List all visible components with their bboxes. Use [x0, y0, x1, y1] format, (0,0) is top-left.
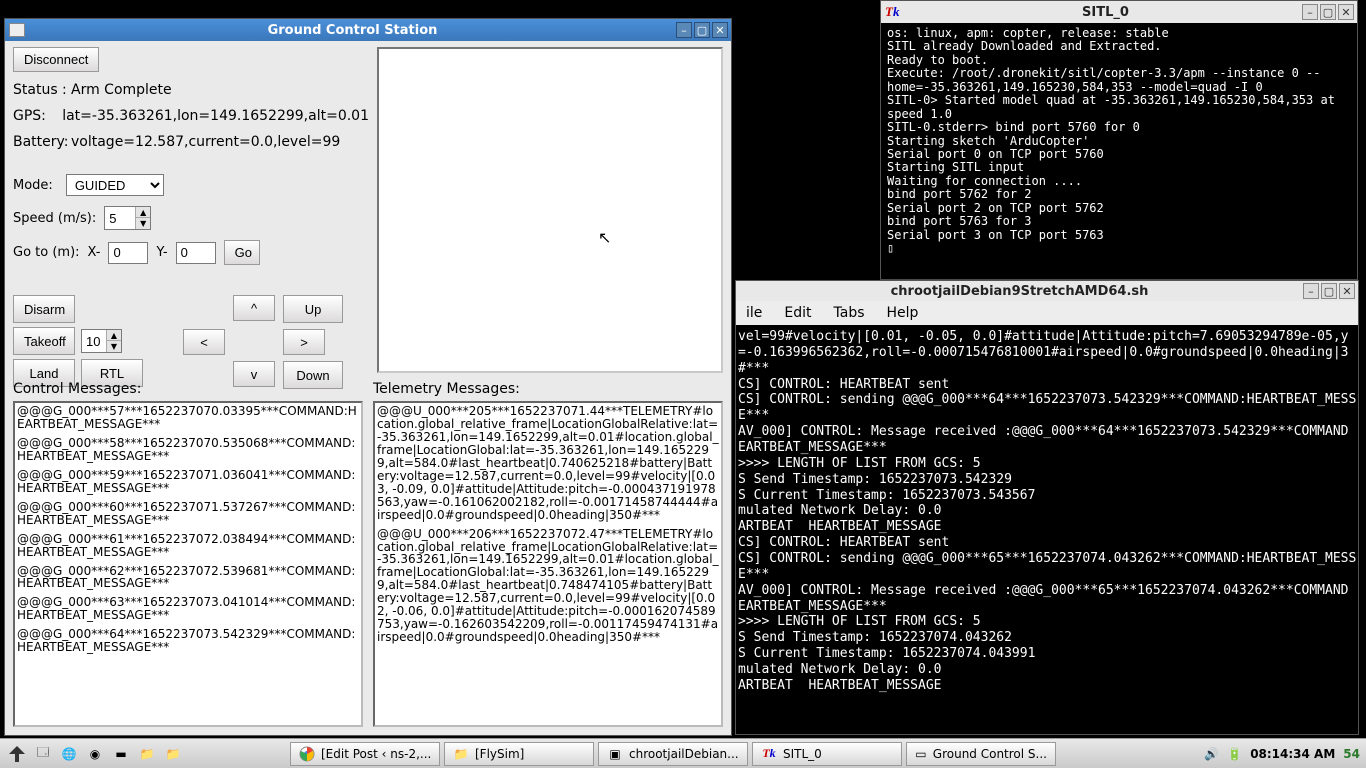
taskbar-item-label: Ground Control S...	[933, 747, 1047, 761]
control-message-item[interactable]: @@@G_000***57***1652237070.03395***COMMA…	[17, 405, 359, 431]
goto-x-label: X-	[88, 245, 101, 260]
gps-value: lat=-35.363261,lon=149.1652299,alt=0.01	[62, 108, 369, 124]
telemetry-messages-header: Telemetry Messages:	[373, 381, 723, 397]
globe-icon[interactable]: ◉	[84, 743, 106, 765]
goto-y-label: Y-	[156, 245, 167, 260]
yaw-left-button[interactable]: <	[183, 329, 225, 355]
taskbar-item[interactable]: [Edit Post ‹ ns-2,...	[290, 742, 440, 766]
telemetry-message-item[interactable]: @@@U_000***206***1652237072.47***TELEMET…	[377, 528, 719, 645]
control-message-item[interactable]: @@@G_000***59***1652237071.036041***COMM…	[17, 469, 359, 495]
takeoff-alt-spinner[interactable]: ▲▼	[81, 329, 122, 353]
sitl-titlebar[interactable]: Tk SITL_0 – ▢ ✕	[881, 1, 1357, 23]
battery-icon[interactable]: 🔋	[1227, 747, 1242, 761]
status-value: Arm Complete	[71, 82, 172, 98]
goto-x-input[interactable]	[108, 242, 148, 264]
chroot-title: chrootjailDebian9StretchAMD64.sh	[736, 284, 1303, 299]
taskbar-item[interactable]: 📁 [FlySim]	[444, 742, 594, 766]
disarm-button[interactable]: Disarm	[13, 295, 75, 323]
maximize-icon[interactable]: ▢	[1320, 4, 1336, 20]
speed-input[interactable]	[105, 209, 135, 228]
spin-down-icon[interactable]: ▼	[136, 218, 150, 229]
minimize-icon[interactable]: –	[676, 22, 692, 38]
takeoff-button[interactable]: Takeoff	[13, 327, 75, 355]
gps-label: GPS:	[13, 108, 62, 124]
control-message-item[interactable]: @@@G_000***60***1652237071.537267***COMM…	[17, 501, 359, 527]
clock[interactable]: 08:14:34 AM	[1250, 747, 1335, 761]
mode-label: Mode:	[13, 178, 53, 193]
taskbar-item-label: SITL_0	[783, 747, 822, 761]
disconnect-button[interactable]: Disconnect	[13, 47, 99, 72]
tk-icon: Tk	[885, 4, 903, 20]
nav-cluster: ^ Up < > v Down	[183, 295, 327, 389]
control-message-item[interactable]: @@@G_000***64***1652237073.542329***COMM…	[17, 628, 359, 654]
tk-icon: Tk	[761, 746, 777, 762]
goto-label: Go to (m):	[13, 245, 80, 260]
volume-icon[interactable]: 🔊	[1204, 747, 1219, 761]
folder-icon[interactable]: 📁	[136, 743, 158, 765]
gcs-window: Ground Control Station – ▢ ✕ Disconnect …	[4, 18, 732, 736]
file-manager-icon[interactable]: 🗔	[32, 743, 54, 765]
speed-label: Speed (m/s):	[13, 211, 96, 226]
up-button[interactable]: Up	[283, 295, 343, 323]
control-messages-header: Control Messages:	[13, 381, 363, 397]
gcs-app-icon	[9, 23, 25, 37]
taskbar-item[interactable]: ▭ Ground Control S...	[906, 742, 1056, 766]
control-message-item[interactable]: @@@G_000***63***1652237073.041014***COMM…	[17, 596, 359, 622]
chroot-titlebar[interactable]: chrootjailDebian9StretchAMD64.sh – ▢ ✕	[736, 281, 1358, 301]
folder2-icon[interactable]: 📁	[162, 743, 184, 765]
taskbar-item[interactable]: ▣ chrootjailDebian...	[598, 742, 748, 766]
taskbar: 🗔 🌐 ◉ ▬ 📁 📁 [Edit Post ‹ ns-2,... 📁 [FlySi…	[0, 738, 1366, 768]
status-label: Status :	[13, 82, 71, 98]
mode-select[interactable]: GUIDED	[66, 174, 164, 196]
minimize-icon[interactable]: –	[1302, 4, 1318, 20]
folder-icon: 📁	[453, 746, 469, 762]
control-message-item[interactable]: @@@G_000***58***1652237070.535068***COMM…	[17, 437, 359, 463]
terminal-icon: ▣	[607, 746, 623, 762]
gcs-titlebar[interactable]: Ground Control Station – ▢ ✕	[5, 19, 731, 41]
terminal-icon[interactable]: ▬	[110, 743, 132, 765]
takeoff-alt-input[interactable]	[82, 332, 106, 351]
pitch-up-button[interactable]: ^	[233, 295, 275, 321]
yaw-right-button[interactable]: >	[283, 329, 325, 355]
control-messages-list[interactable]: @@@G_000***57***1652237070.03395***COMMA…	[13, 401, 363, 727]
sitl-terminal[interactable]: os: linux, apm: copter, release: stable …	[881, 23, 1357, 279]
chroot-menubar: ile Edit Tabs Help	[736, 301, 1358, 325]
speed-spinner[interactable]: ▲▼	[104, 206, 151, 230]
sitl-title: SITL_0	[909, 5, 1302, 20]
battery-percent: 54	[1343, 747, 1360, 761]
goto-y-input[interactable]	[176, 242, 216, 264]
close-icon[interactable]: ✕	[1338, 4, 1354, 20]
chroot-window: chrootjailDebian9StretchAMD64.sh – ▢ ✕ i…	[735, 280, 1359, 735]
taskbar-item-label: chrootjailDebian...	[629, 747, 739, 761]
chrome-icon	[299, 746, 315, 762]
map-canvas[interactable]	[377, 47, 723, 373]
start-menu-icon[interactable]	[6, 743, 28, 765]
app-icon: ▭	[915, 746, 927, 762]
battery-label: Battery:	[13, 134, 71, 150]
menu-edit[interactable]: Edit	[784, 305, 811, 321]
taskbar-item-label: [FlySim]	[475, 747, 524, 761]
browser-icon[interactable]: 🌐	[58, 743, 80, 765]
maximize-icon[interactable]: ▢	[694, 22, 710, 38]
close-icon[interactable]: ✕	[1339, 283, 1355, 299]
maximize-icon[interactable]: ▢	[1321, 283, 1337, 299]
menu-file[interactable]: ile	[746, 305, 762, 321]
minimize-icon[interactable]: –	[1303, 283, 1319, 299]
close-icon[interactable]: ✕	[712, 22, 728, 38]
control-message-item[interactable]: @@@G_000***61***1652237072.038494***COMM…	[17, 533, 359, 559]
sitl-window: Tk SITL_0 – ▢ ✕ os: linux, apm: copter, …	[880, 0, 1358, 280]
taskbar-item-label: [Edit Post ‹ ns-2,...	[321, 747, 431, 761]
telemetry-message-item[interactable]: @@@U_000***205***1652237071.44***TELEMET…	[377, 405, 719, 522]
telemetry-messages-list[interactable]: @@@U_000***205***1652237071.44***TELEMET…	[373, 401, 723, 727]
control-message-item[interactable]: @@@G_000***62***1652237072.539681***COMM…	[17, 565, 359, 591]
go-button[interactable]: Go	[224, 240, 260, 265]
menu-help[interactable]: Help	[887, 305, 919, 321]
chroot-terminal[interactable]: vel=99#velocity|[0.01, -0.05, 0.0]#attit…	[736, 325, 1358, 734]
menu-tabs[interactable]: Tabs	[834, 305, 865, 321]
battery-value: voltage=12.587,current=0.0,level=99	[71, 134, 340, 150]
gcs-title: Ground Control Station	[29, 23, 676, 38]
taskbar-item[interactable]: Tk SITL_0	[752, 742, 902, 766]
spin-up-icon[interactable]: ▲	[136, 207, 150, 218]
